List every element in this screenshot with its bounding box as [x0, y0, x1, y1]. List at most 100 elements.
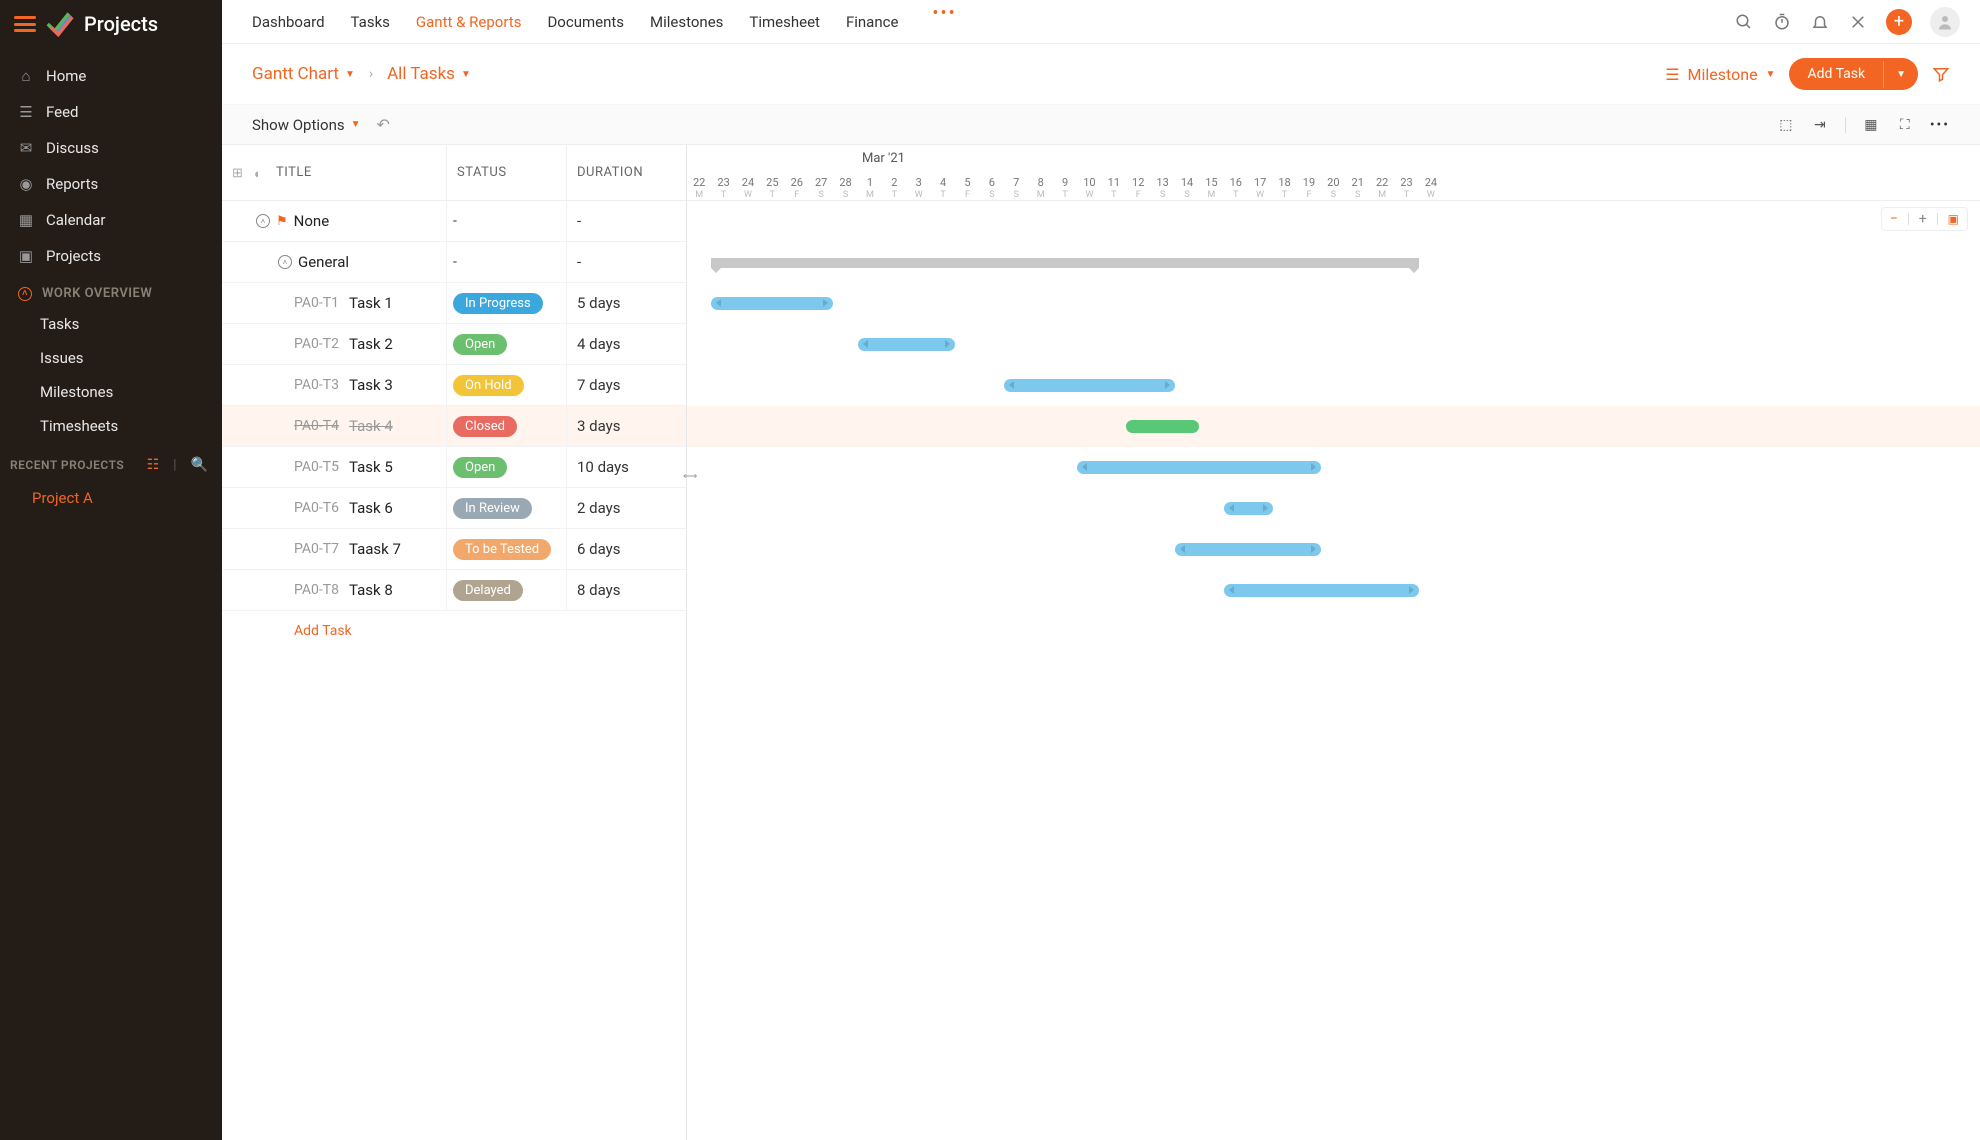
collapse-toggle-icon[interactable]: ˄	[278, 255, 292, 269]
timeline-day: 11T	[1102, 176, 1126, 200]
task-row[interactable]: PA0-T4Task 4Closed3 days	[222, 406, 686, 447]
bell-icon[interactable]	[1810, 12, 1830, 32]
tab-documents[interactable]: Documents	[547, 3, 624, 41]
add-task-dropdown-icon[interactable]: ▼	[1883, 61, 1918, 88]
zoom-fit-icon[interactable]: ▣	[1948, 212, 1959, 226]
col-title[interactable]: ⊞ ◐ TITLE	[222, 145, 446, 200]
timeline-day: 27S	[809, 176, 833, 200]
tab-milestones[interactable]: Milestones	[650, 3, 723, 41]
show-options-dropdown[interactable]: Show Options ▼	[252, 116, 361, 134]
hierarchy-icon: ⊞	[232, 166, 246, 180]
tools-icon[interactable]	[1848, 12, 1868, 32]
task-row[interactable]: PA0-T2Task 2Open4 days	[222, 324, 686, 365]
col-status[interactable]: STATUS	[446, 145, 566, 200]
tab-timesheet[interactable]: Timesheet	[749, 3, 820, 41]
filter-dropdown[interactable]: All Tasks▼	[387, 64, 471, 84]
add-task-button[interactable]: Add Task ▼	[1789, 58, 1918, 90]
nav-home[interactable]: ⌂Home	[0, 58, 222, 94]
status-pill[interactable]: On Hold	[453, 375, 524, 396]
recent-project-a[interactable]: Project A	[0, 481, 222, 515]
status-pill[interactable]: To be Tested	[453, 539, 551, 560]
tab-gantt-reports[interactable]: Gantt & Reports	[416, 3, 522, 41]
status-pill[interactable]: In Progress	[453, 293, 543, 314]
status-pill[interactable]: Closed	[453, 416, 517, 437]
nav-discuss[interactable]: ✉Discuss	[0, 130, 222, 166]
more-icon[interactable]: •••	[1930, 117, 1950, 133]
task-row[interactable]: PA0-T3Task 3On Hold7 days	[222, 365, 686, 406]
subnav-tasks[interactable]: Tasks	[0, 307, 222, 341]
timeline-day: 22M	[687, 176, 711, 200]
gantt-bar[interactable]	[1126, 420, 1199, 433]
task-row[interactable]: PA0-T8Task 8Delayed8 days	[222, 570, 686, 611]
status-pill[interactable]: Open	[453, 334, 507, 355]
col-duration[interactable]: DURATION	[566, 145, 686, 200]
task-status-cell: In Progress	[446, 283, 566, 323]
today-icon[interactable]: ▦	[1862, 116, 1880, 134]
task-row[interactable]: PA0-T7Taask 7To be Tested6 days	[222, 529, 686, 570]
timeline[interactable]: Mar '21 22M23T24W25T26F27S28S1M2T3W4T5F6…	[687, 145, 1980, 1140]
filter-icon[interactable]	[1932, 65, 1950, 83]
grid-body: ˄ ⚑ None - - ˄ General - -	[222, 201, 686, 651]
column-resizer[interactable]	[683, 467, 691, 483]
task-status-cell: Closed	[446, 406, 566, 446]
view-dropdown[interactable]: Gantt Chart▼	[252, 64, 355, 84]
work-overview-header[interactable]: ˄ WORK OVERVIEW	[0, 274, 222, 307]
collapse-toggle-icon[interactable]: ˄	[256, 214, 270, 228]
task-row[interactable]: PA0-T6Task 6In Review2 days	[222, 488, 686, 529]
collapse-icon[interactable]: ⬚	[1777, 116, 1795, 134]
fullscreen-icon[interactable]: ⛶	[1896, 116, 1914, 134]
timeline-day: 24W	[1419, 176, 1443, 200]
zoom-control: − + ▣	[1881, 207, 1968, 231]
gantt-area: ⊞ ◐ TITLE STATUS DURATION ˄ ⚑ None -	[222, 145, 1980, 1140]
gantt-bar[interactable]	[858, 338, 956, 351]
timeline-days: 22M23T24W25T26F27S28S1M2T3W4T5F6S7S8M9T1…	[687, 176, 1980, 200]
inline-add-task[interactable]: Add Task	[222, 611, 686, 651]
subnav-timesheets[interactable]: Timesheets	[0, 409, 222, 443]
task-duration: 4 days	[566, 324, 686, 364]
global-add-button[interactable]: +	[1886, 9, 1912, 35]
search-icon[interactable]: 🔍	[187, 457, 212, 473]
gantt-bar[interactable]	[711, 297, 833, 310]
status-pill[interactable]: Delayed	[453, 580, 523, 601]
task-row[interactable]: PA0-T5Task 5Open10 days	[222, 447, 686, 488]
subnav-issues[interactable]: Issues	[0, 341, 222, 375]
timer-icon[interactable]	[1772, 12, 1792, 32]
nav-reports[interactable]: ◉Reports	[0, 166, 222, 202]
undo-icon[interactable]: ↶	[377, 115, 390, 134]
tab-more-icon[interactable]: •••	[924, 3, 964, 41]
group-general-row[interactable]: ˄ General - -	[222, 242, 686, 283]
nav-calendar[interactable]: ▦Calendar	[0, 202, 222, 238]
gantt-bar[interactable]	[1077, 461, 1321, 474]
subnav-milestones[interactable]: Milestones	[0, 375, 222, 409]
tab-finance[interactable]: Finance	[846, 3, 898, 41]
gantt-bar[interactable]	[1224, 502, 1273, 515]
summary-bar[interactable]	[711, 258, 1419, 268]
timeline-row	[687, 283, 1980, 324]
search-icon[interactable]	[1734, 12, 1754, 32]
zoom-in-icon[interactable]: +	[1919, 211, 1927, 227]
nav-projects[interactable]: ▣Projects	[0, 238, 222, 274]
settings-sliders-icon[interactable]: ☷	[143, 457, 164, 473]
group-none-row[interactable]: ˄ ⚑ None - -	[222, 201, 686, 242]
gantt-bar[interactable]	[1175, 543, 1321, 556]
chevron-up-icon: ˄	[18, 287, 32, 301]
tab-tasks[interactable]: Tasks	[351, 3, 390, 41]
tab-dashboard[interactable]: Dashboard	[252, 3, 325, 41]
filter-label: All Tasks	[387, 64, 455, 84]
group-none-label: None	[294, 212, 330, 230]
task-row[interactable]: PA0-T1Task 1In Progress5 days	[222, 283, 686, 324]
gantt-bar[interactable]	[1224, 584, 1419, 597]
nav-feed[interactable]: ☰Feed	[0, 94, 222, 130]
task-name: Task 8	[349, 581, 393, 599]
nav-projects-label: Projects	[46, 247, 101, 265]
milestone-dropdown[interactable]: ☰ Milestone ▼	[1665, 65, 1775, 84]
user-avatar[interactable]	[1930, 7, 1960, 37]
status-pill[interactable]: In Review	[453, 498, 532, 519]
topnav: Dashboard Tasks Gantt & Reports Document…	[252, 3, 965, 41]
align-icon[interactable]: ⇥	[1811, 116, 1829, 134]
zoom-out-icon[interactable]: −	[1890, 211, 1898, 227]
hamburger-icon[interactable]	[14, 16, 36, 32]
gantt-bar[interactable]	[1004, 379, 1175, 392]
task-duration: 5 days	[566, 283, 686, 323]
status-pill[interactable]: Open	[453, 457, 507, 478]
